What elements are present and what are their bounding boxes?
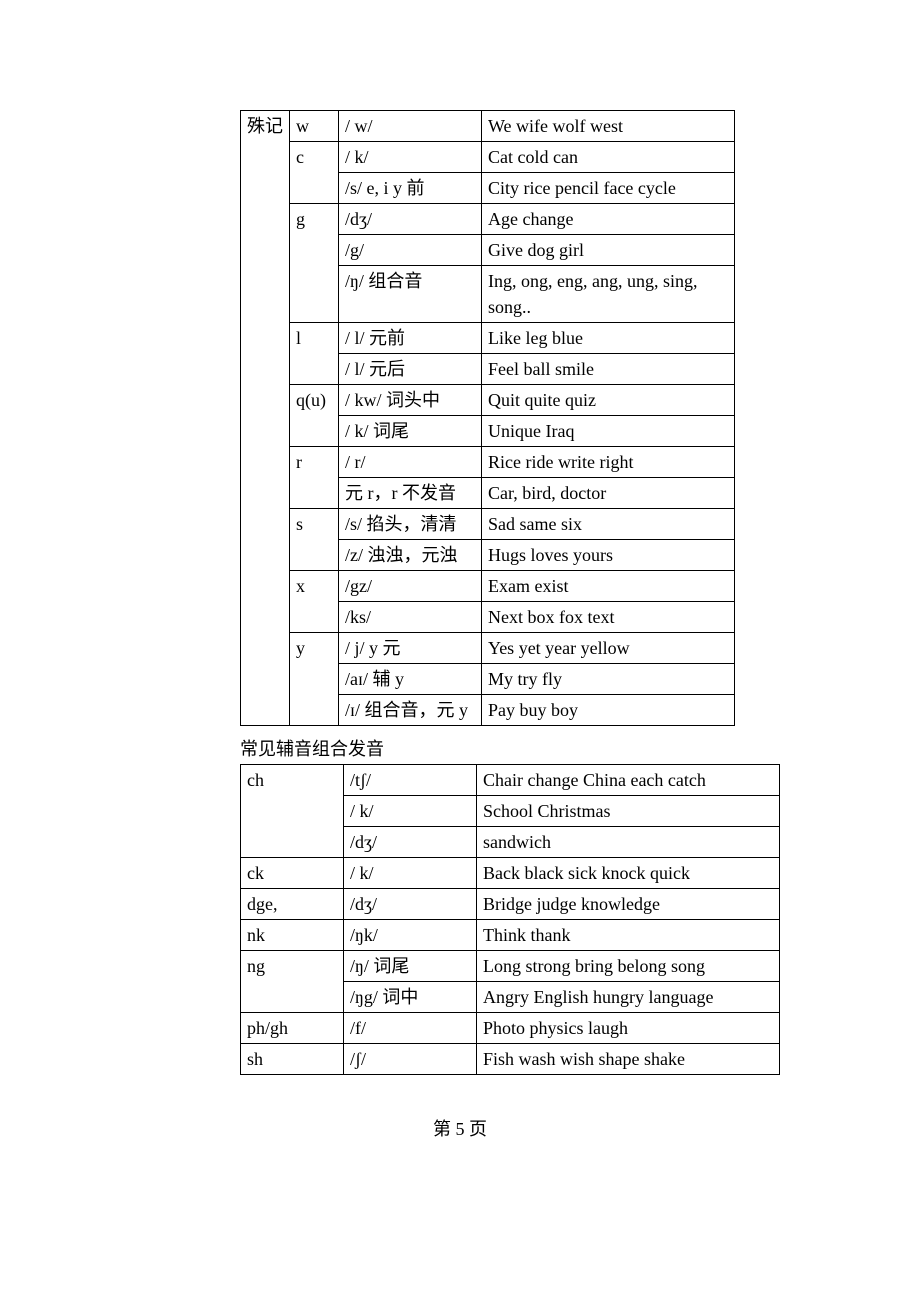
example-cell: Think thank (477, 920, 780, 951)
table-row: s /s/ 掐头，清清 Sad same six (241, 509, 735, 540)
phon-cell: / r/ (339, 447, 482, 478)
table-row: c / k/ Cat cold can (241, 142, 735, 173)
phon-cell: /ʃ/ (344, 1044, 477, 1075)
table-row: 殊记 w / w/ We wife wolf west (241, 111, 735, 142)
phon-cell: / k/ (339, 142, 482, 173)
example-cell: Sad same six (482, 509, 735, 540)
example-cell: Bridge judge knowledge (477, 889, 780, 920)
example-cell: Quit quite quiz (482, 385, 735, 416)
example-cell: Exam exist (482, 571, 735, 602)
table-row: ng /ŋ/ 词尾 Long strong bring belong song (241, 951, 780, 982)
letter-cell: c (290, 142, 339, 204)
example-cell: Ing, ong, eng, ang, ung, sing, song.. (482, 266, 735, 323)
example-cell: Fish wash wish shape shake (477, 1044, 780, 1075)
phon-cell: 元 r，r 不发音 (339, 478, 482, 509)
phon-cell: /gz/ (339, 571, 482, 602)
example-cell: My try fly (482, 664, 735, 695)
table-row: ch /tʃ/ Chair change China each catch (241, 765, 780, 796)
letter-cell: s (290, 509, 339, 571)
phon-cell: /tʃ/ (344, 765, 477, 796)
phon-cell: /s/ 掐头，清清 (339, 509, 482, 540)
example-cell: Angry English hungry language (477, 982, 780, 1013)
table-special-consonants: 殊记 w / w/ We wife wolf west c / k/ Cat c… (240, 110, 735, 726)
letter-cell: x (290, 571, 339, 633)
example-cell: Unique Iraq (482, 416, 735, 447)
combo-cell: nk (241, 920, 344, 951)
phon-cell: /z/ 浊浊，元浊 (339, 540, 482, 571)
phon-cell: / l/ 元后 (339, 354, 482, 385)
phon-cell: / j/ y 元 (339, 633, 482, 664)
table-row: nk /ŋk/ Think thank (241, 920, 780, 951)
example-cell: Cat cold can (482, 142, 735, 173)
letter-cell: y (290, 633, 339, 726)
table-row: x /gz/ Exam exist (241, 571, 735, 602)
table-row: y / j/ y 元 Yes yet year yellow (241, 633, 735, 664)
table-row: l / l/ 元前 Like leg blue (241, 323, 735, 354)
example-cell: Like leg blue (482, 323, 735, 354)
table-row: g /dʒ/ Age change (241, 204, 735, 235)
table-row: r / r/ Rice ride write right (241, 447, 735, 478)
phon-cell: /f/ (344, 1013, 477, 1044)
table-row: ck / k/ Back black sick knock quick (241, 858, 780, 889)
example-cell: Next box fox text (482, 602, 735, 633)
phon-cell: /g/ (339, 235, 482, 266)
combo-cell: ph/gh (241, 1013, 344, 1044)
example-cell: Yes yet year yellow (482, 633, 735, 664)
table-consonant-combos: ch /tʃ/ Chair change China each catch / … (240, 764, 780, 1075)
combo-cell: ch (241, 765, 344, 858)
example-cell: Pay buy boy (482, 695, 735, 726)
category-cell: 殊记 (241, 111, 290, 726)
table-row: sh /ʃ/ Fish wash wish shape shake (241, 1044, 780, 1075)
phon-cell: /dʒ/ (344, 889, 477, 920)
combo-cell: ng (241, 951, 344, 1013)
example-cell: City rice pencil face cycle (482, 173, 735, 204)
example-cell: Give dog girl (482, 235, 735, 266)
example-cell: We wife wolf west (482, 111, 735, 142)
phon-cell: /dʒ/ (344, 827, 477, 858)
phon-cell: /ŋg/ 词中 (344, 982, 477, 1013)
phon-cell: / k/ (344, 858, 477, 889)
example-cell: Back black sick knock quick (477, 858, 780, 889)
combo-cell: sh (241, 1044, 344, 1075)
combo-cell: ck (241, 858, 344, 889)
phon-cell: /aɪ/ 辅 y (339, 664, 482, 695)
example-cell: Age change (482, 204, 735, 235)
example-cell: Rice ride write right (482, 447, 735, 478)
example-cell: Long strong bring belong song (477, 951, 780, 982)
phon-cell: /ŋ/ 组合音 (339, 266, 482, 323)
letter-cell: l (290, 323, 339, 385)
combo-cell: dge, (241, 889, 344, 920)
phon-cell: /s/ e, i y 前 (339, 173, 482, 204)
phon-cell: / l/ 元前 (339, 323, 482, 354)
table-row: ph/gh /f/ Photo physics laugh (241, 1013, 780, 1044)
example-cell: sandwich (477, 827, 780, 858)
page: 殊记 w / w/ We wife wolf west c / k/ Cat c… (0, 0, 920, 1181)
phon-cell: /ks/ (339, 602, 482, 633)
phon-cell: /ŋ/ 词尾 (344, 951, 477, 982)
letter-cell: q(u) (290, 385, 339, 447)
example-cell: Car, bird, doctor (482, 478, 735, 509)
example-cell: Hugs loves yours (482, 540, 735, 571)
phon-cell: / k/ (344, 796, 477, 827)
letter-cell: w (290, 111, 339, 142)
example-cell: Chair change China each catch (477, 765, 780, 796)
phon-cell: / k/ 词尾 (339, 416, 482, 447)
example-cell: Photo physics laugh (477, 1013, 780, 1044)
phon-cell: /ɪ/ 组合音，元 y (339, 695, 482, 726)
table-row: dge, /dʒ/ Bridge judge knowledge (241, 889, 780, 920)
page-footer: 第 5 页 (90, 1115, 830, 1141)
phon-cell: / w/ (339, 111, 482, 142)
phon-cell: /ŋk/ (344, 920, 477, 951)
section-title: 常见辅音组合发音 (240, 734, 830, 764)
phon-cell: /dʒ/ (339, 204, 482, 235)
letter-cell: r (290, 447, 339, 509)
phon-cell: / kw/ 词头中 (339, 385, 482, 416)
table-row: q(u) / kw/ 词头中 Quit quite quiz (241, 385, 735, 416)
letter-cell: g (290, 204, 339, 323)
example-cell: School Christmas (477, 796, 780, 827)
example-cell: Feel ball smile (482, 354, 735, 385)
